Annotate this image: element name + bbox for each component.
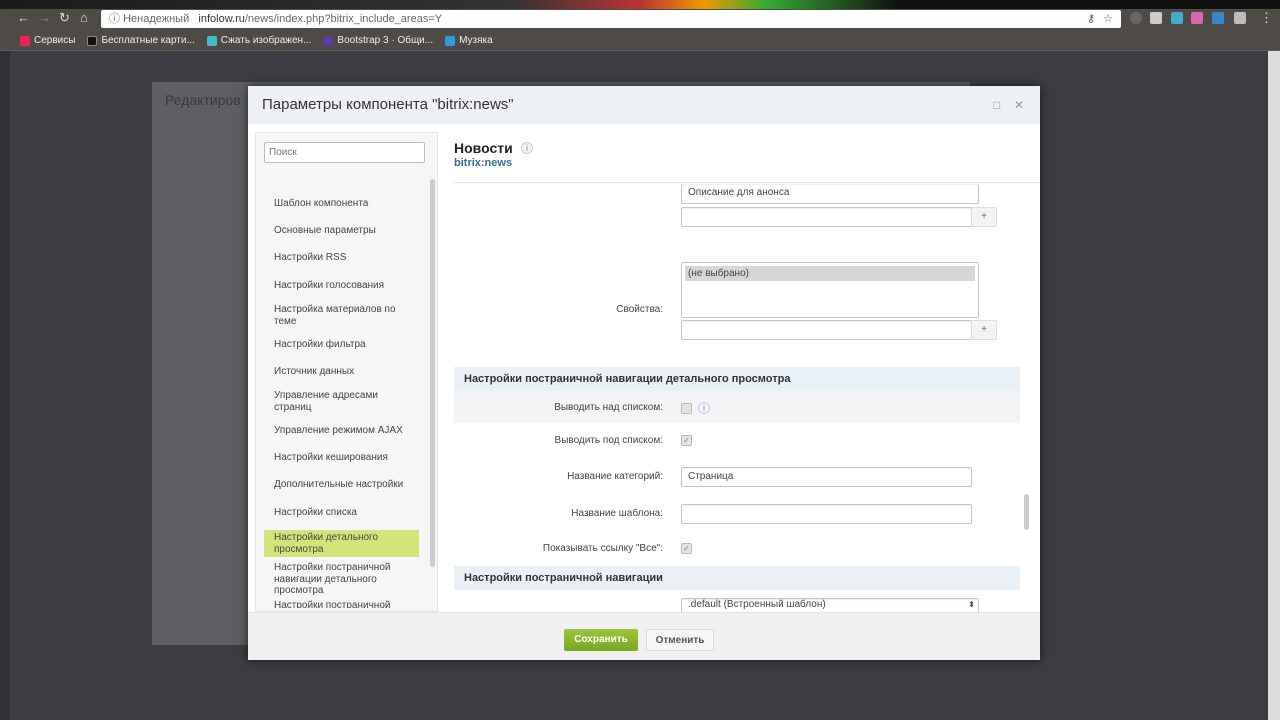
bookmark-label: Сервисы bbox=[34, 35, 76, 46]
apps-icon bbox=[20, 35, 30, 46]
address-bar[interactable]: ⓘ Ненадежный infolow.ru/news/index.php?b… bbox=[101, 10, 1121, 28]
menu-icon[interactable]: ⋮ bbox=[1260, 10, 1273, 26]
camera-icon bbox=[87, 35, 98, 46]
select-arrows-icon: ⬍ bbox=[968, 600, 975, 609]
dialog-header: Параметры компонента "bitrix:news" bbox=[248, 86, 1040, 124]
component-code: bitrix:news bbox=[454, 157, 513, 169]
dialog-title: Параметры компонента "bitrix:news" bbox=[262, 96, 514, 113]
extension-icon[interactable] bbox=[1130, 12, 1142, 24]
sidebar-item[interactable]: Настройка материалов по теме bbox=[264, 304, 419, 327]
cloud-extension-icon[interactable] bbox=[1171, 12, 1183, 24]
component-params-dialog: Параметры компонента "bitrix:news" □ ✕ Ш… bbox=[248, 86, 1040, 660]
sidebar-item[interactable]: Настройки детального просмотра bbox=[264, 530, 419, 557]
close-icon[interactable]: ✕ bbox=[1014, 98, 1024, 112]
bookmark[interactable]: Сжать изображен... bbox=[206, 35, 312, 46]
insecure-label: Ненадежный bbox=[123, 13, 190, 25]
reload-icon[interactable]: ↻ bbox=[59, 10, 70, 26]
above-checkbox[interactable] bbox=[681, 403, 692, 414]
tab-strip bbox=[0, 0, 1280, 9]
above-label: Выводить над списком: bbox=[554, 402, 663, 413]
section-header: Настройки постраничной навигации детальн… bbox=[454, 367, 1020, 391]
sidebar-item[interactable]: Настройки RSS bbox=[264, 252, 419, 264]
sidebar-item[interactable]: Шаблон компонента bbox=[264, 198, 419, 210]
sidebar-item[interactable]: Управление режимом AJAX bbox=[264, 425, 419, 437]
bookmark[interactable]: Сервисы bbox=[20, 35, 75, 46]
sidebar-item[interactable]: Источник данных bbox=[264, 366, 419, 378]
pager-template-value: .default (Встроенный шаблон) bbox=[688, 599, 826, 610]
showall-checkbox[interactable]: ✓ bbox=[681, 543, 692, 554]
bookmark[interactable]: Бесплатные карти... bbox=[87, 35, 195, 46]
page-scrollbar[interactable] bbox=[1268, 51, 1280, 720]
sidebar-item[interactable]: Настройки постраничной навигации детальн… bbox=[264, 562, 419, 597]
url-path: /news/index.php?bitrix_include_areas=Y bbox=[244, 13, 443, 25]
template-label: Название шаблона: bbox=[571, 508, 663, 519]
bookmark-label: Сжать изображен... bbox=[220, 35, 312, 46]
showall-label: Показывать ссылку "Все": bbox=[542, 543, 663, 554]
search-input[interactable] bbox=[264, 142, 425, 163]
star-icon[interactable]: ☆ bbox=[1103, 10, 1113, 28]
home-icon[interactable]: ⌂ bbox=[80, 10, 88, 25]
below-label: Выводить под списком: bbox=[554, 435, 663, 446]
save-button[interactable]: Сохранить bbox=[564, 629, 638, 651]
field-add-input[interactable] bbox=[681, 207, 972, 227]
bookmark-label: Bootstrap 3 · Общи... bbox=[337, 35, 434, 46]
field-list-item[interactable]: Описание для анонса bbox=[681, 184, 979, 204]
add-prop-button[interactable]: + bbox=[971, 320, 997, 340]
below-checkbox[interactable]: ✓ bbox=[681, 435, 692, 446]
add-field-button[interactable]: + bbox=[971, 207, 997, 227]
template-input[interactable] bbox=[681, 504, 972, 524]
sidebar-item[interactable]: Настройки списка bbox=[264, 507, 419, 519]
bookmark-label: Бесплатные карти... bbox=[101, 35, 195, 46]
divider bbox=[454, 182, 1040, 183]
url-host: infolow.ru bbox=[198, 13, 245, 25]
props-label: Свойства: bbox=[616, 304, 663, 315]
props-option[interactable]: (не выбрано) bbox=[685, 266, 975, 281]
props-add-input[interactable] bbox=[681, 320, 972, 340]
bookmark-label: Музяка bbox=[459, 35, 493, 46]
cancel-button[interactable]: Отменить bbox=[646, 629, 714, 651]
editor-title: Редактиров bbox=[165, 92, 241, 108]
bookmarks-bar: Сервисы Бесплатные карти... Сжать изобра… bbox=[0, 31, 1280, 51]
back-icon[interactable]: ← bbox=[17, 10, 30, 25]
camera-extension-icon[interactable] bbox=[1150, 12, 1162, 24]
sidebar: Шаблон компонента Основные параметры Настр… bbox=[255, 132, 438, 612]
sidebar-item[interactable]: Настройки кеширования bbox=[264, 452, 419, 464]
bookmark[interactable]: Bootstrap 3 · Общи... bbox=[323, 35, 433, 46]
bookmark[interactable]: Музяка bbox=[445, 35, 493, 46]
category-input[interactable]: Страница bbox=[681, 467, 972, 487]
folder-icon bbox=[206, 35, 217, 46]
pager-template-select[interactable]: .default (Встроенный шаблон) ⬍ bbox=[681, 598, 979, 612]
sidebar-item[interactable]: Настройки голосования bbox=[264, 280, 419, 292]
sidebar-item[interactable]: Основные параметры bbox=[264, 225, 419, 237]
key-icon[interactable]: ⚷ bbox=[1087, 10, 1095, 28]
bootstrap-icon bbox=[323, 35, 334, 46]
sidebar-scrollbar[interactable] bbox=[430, 179, 435, 567]
props-multiselect[interactable]: (не выбрано) bbox=[681, 262, 979, 318]
info-icon[interactable]: i bbox=[698, 402, 710, 414]
extension-icon[interactable] bbox=[1191, 12, 1203, 24]
maximize-icon[interactable]: □ bbox=[993, 98, 1000, 112]
forward-icon[interactable]: → bbox=[38, 10, 51, 25]
sidebar-item[interactable]: Управление адресами страниц bbox=[264, 390, 419, 413]
sidebar-item[interactable]: Настройки постраничной bbox=[264, 600, 419, 608]
sidebar-item[interactable]: Дополнительные настройки bbox=[264, 479, 419, 491]
info-icon[interactable]: i bbox=[521, 142, 533, 154]
category-label: Название категорий: bbox=[567, 471, 663, 482]
cart-extension-icon[interactable] bbox=[1212, 12, 1224, 24]
section-header: Настройки постраничной навигации bbox=[454, 566, 1020, 590]
skype-extension-icon[interactable] bbox=[1234, 12, 1246, 24]
content-scrollbar[interactable] bbox=[1024, 494, 1029, 530]
sidebar-item[interactable]: Настройки фильтра bbox=[264, 339, 419, 351]
dialog-footer: Сохранить Отменить bbox=[248, 612, 1040, 660]
component-name: Новости bbox=[454, 140, 513, 156]
music-icon bbox=[445, 35, 456, 46]
